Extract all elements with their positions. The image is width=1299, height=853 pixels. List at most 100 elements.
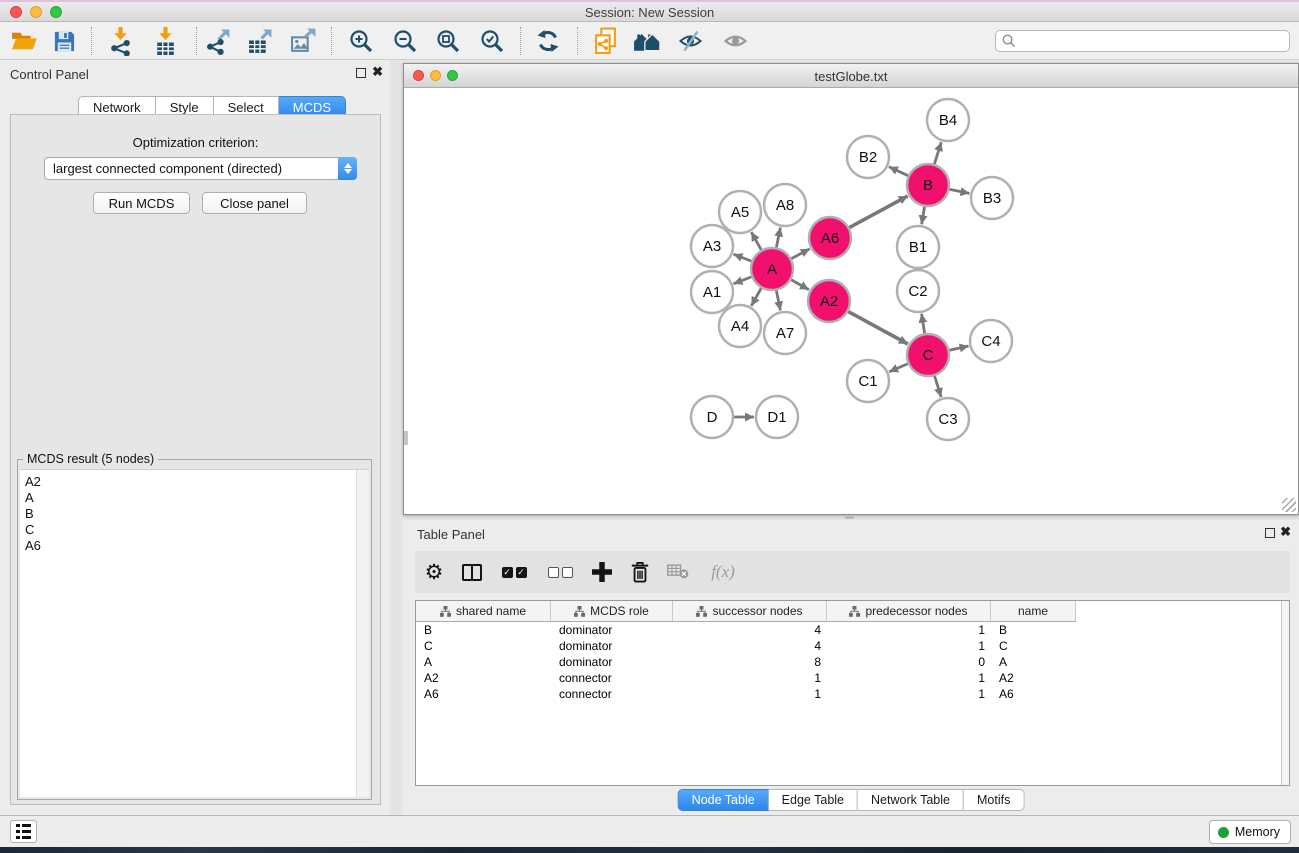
node-A[interactable]: A	[751, 248, 793, 290]
node-B[interactable]: B	[907, 164, 949, 206]
edge-B-B3[interactable]	[950, 189, 970, 193]
table-cell[interactable]: connector	[551, 670, 673, 686]
home-icon[interactable]	[631, 26, 663, 56]
node-C4[interactable]: C4	[970, 320, 1012, 362]
search-input[interactable]	[1020, 32, 1289, 50]
edge-B-B4[interactable]	[934, 142, 941, 164]
edge-B-B1[interactable]	[922, 207, 925, 225]
table-cell[interactable]: 1	[827, 638, 991, 654]
deselect-all-icon[interactable]	[537, 554, 583, 590]
tab-network-table[interactable]: Network Table	[858, 789, 964, 811]
zoom-selected-icon[interactable]	[476, 26, 508, 56]
table-cell[interactable]: dominator	[551, 622, 673, 638]
node-A4[interactable]: A4	[719, 305, 761, 347]
node-A2[interactable]: A2	[808, 280, 850, 322]
zoom-in-icon[interactable]	[345, 26, 377, 56]
table-row[interactable]: Bdominator41B	[416, 622, 1281, 638]
save-session-icon[interactable]	[48, 26, 80, 56]
node-B1[interactable]: B1	[897, 226, 939, 268]
edge-C-C2[interactable]	[922, 314, 925, 334]
table-cell[interactable]: B	[416, 622, 551, 638]
table-cell[interactable]: A	[416, 654, 551, 670]
node-A7[interactable]: A7	[764, 312, 806, 354]
tab-edge-table[interactable]: Edge Table	[769, 789, 858, 811]
column-header-mcds-role[interactable]: MCDS role	[551, 601, 673, 622]
table-cell[interactable]: 4	[673, 622, 827, 638]
resize-grip-icon[interactable]	[1282, 498, 1296, 512]
table-row[interactable]: A2connector11A2	[416, 670, 1281, 686]
float-table-panel-icon[interactable]	[1265, 528, 1275, 538]
column-header-name[interactable]: name	[991, 601, 1076, 622]
import-network-icon[interactable]	[104, 26, 136, 56]
show-hidden-icon[interactable]	[719, 26, 751, 56]
node-C[interactable]: C	[907, 334, 949, 376]
edge-C-C1[interactable]	[889, 364, 908, 372]
node-B3[interactable]: B3	[971, 177, 1013, 219]
edge-A-A3[interactable]	[733, 254, 751, 261]
table-cell[interactable]: 1	[673, 686, 827, 702]
table-cell[interactable]: A6	[991, 686, 1076, 702]
optimization-criterion-dropdown[interactable]: largest connected component (directed)	[44, 157, 357, 180]
zoom-out-icon[interactable]	[389, 26, 421, 56]
delete-icon[interactable]	[621, 554, 659, 590]
edge-C-C4[interactable]	[949, 346, 968, 350]
table-cell[interactable]: 1	[827, 686, 991, 702]
export-table-icon[interactable]	[244, 26, 276, 56]
edge-B-B2[interactable]	[889, 167, 908, 176]
table-cell[interactable]: 8	[673, 654, 827, 670]
node-C2[interactable]: C2	[897, 270, 939, 312]
edge-A-A8[interactable]	[776, 228, 780, 248]
table-cell[interactable]: 1	[827, 670, 991, 686]
edge-A-A6[interactable]	[791, 249, 809, 259]
memory-button[interactable]: Memory	[1209, 820, 1291, 844]
edge-A-A7[interactable]	[776, 291, 780, 311]
open-file-icon[interactable]	[8, 26, 40, 56]
table-cell[interactable]: A2	[416, 670, 551, 686]
import-table-icon[interactable]	[149, 26, 181, 56]
table-row[interactable]: Adominator80A	[416, 654, 1281, 670]
close-table-panel-icon[interactable]: ✖	[1280, 524, 1291, 540]
table-cell[interactable]: 0	[827, 654, 991, 670]
edge-A6-B[interactable]	[849, 196, 907, 228]
close-panel-icon[interactable]: ✖	[372, 64, 383, 80]
edge-A-A2[interactable]	[791, 280, 809, 290]
run-mcds-button[interactable]: Run MCDS	[93, 192, 190, 214]
node-D1[interactable]: D1	[756, 396, 798, 438]
export-image-icon[interactable]	[287, 26, 319, 56]
export-network-icon[interactable]	[202, 26, 234, 56]
node-C3[interactable]: C3	[927, 398, 969, 440]
settings-gear-icon[interactable]: ⚙	[415, 554, 453, 590]
node-A5[interactable]: A5	[719, 191, 761, 233]
edge-A2-C[interactable]	[848, 312, 907, 344]
select-all-icon[interactable]: ✓✓	[491, 554, 537, 590]
zoom-fit-icon[interactable]	[432, 26, 464, 56]
dropdown-stepper-icon[interactable]	[338, 157, 357, 180]
table-cell[interactable]: 1	[673, 670, 827, 686]
node-A1[interactable]: A1	[691, 271, 733, 313]
mcds-result-item-a2[interactable]: A2	[20, 474, 355, 490]
table-row[interactable]: A6connector11A6	[416, 686, 1281, 702]
mcds-result-list[interactable]: A2ABCA6	[20, 469, 369, 797]
node-B4[interactable]: B4	[927, 99, 969, 141]
float-panel-icon[interactable]	[356, 68, 366, 78]
edge-A-A1[interactable]	[733, 277, 751, 284]
network-canvas[interactable]: B4B2BB3A5A8A6A3B1AA1C2A2A4A7C4CC1DD1C3	[404, 88, 1298, 514]
table-cell[interactable]: 4	[673, 638, 827, 654]
table-cell[interactable]: A	[991, 654, 1076, 670]
node-D[interactable]: D	[691, 396, 733, 438]
column-header-predecessor-nodes[interactable]: predecessor nodes	[827, 601, 991, 622]
table-cell[interactable]: B	[991, 622, 1076, 638]
list-scrollbar[interactable]	[356, 470, 369, 797]
mcds-result-item-b[interactable]: B	[20, 506, 355, 522]
search-field[interactable]	[995, 30, 1290, 52]
edge-C-C3[interactable]	[935, 376, 942, 397]
function-builder-icon[interactable]: f(x)	[697, 554, 749, 590]
edge-A-A4[interactable]	[751, 288, 761, 306]
tab-node-table[interactable]: Node Table	[678, 789, 769, 811]
mcds-result-item-a6[interactable]: A6	[20, 538, 355, 554]
node-B2[interactable]: B2	[847, 136, 889, 178]
table-cell[interactable]: C	[991, 638, 1076, 654]
task-list-icon[interactable]	[10, 820, 37, 843]
close-panel-button[interactable]: Close panel	[202, 192, 307, 214]
table-cell[interactable]: A6	[416, 686, 551, 702]
